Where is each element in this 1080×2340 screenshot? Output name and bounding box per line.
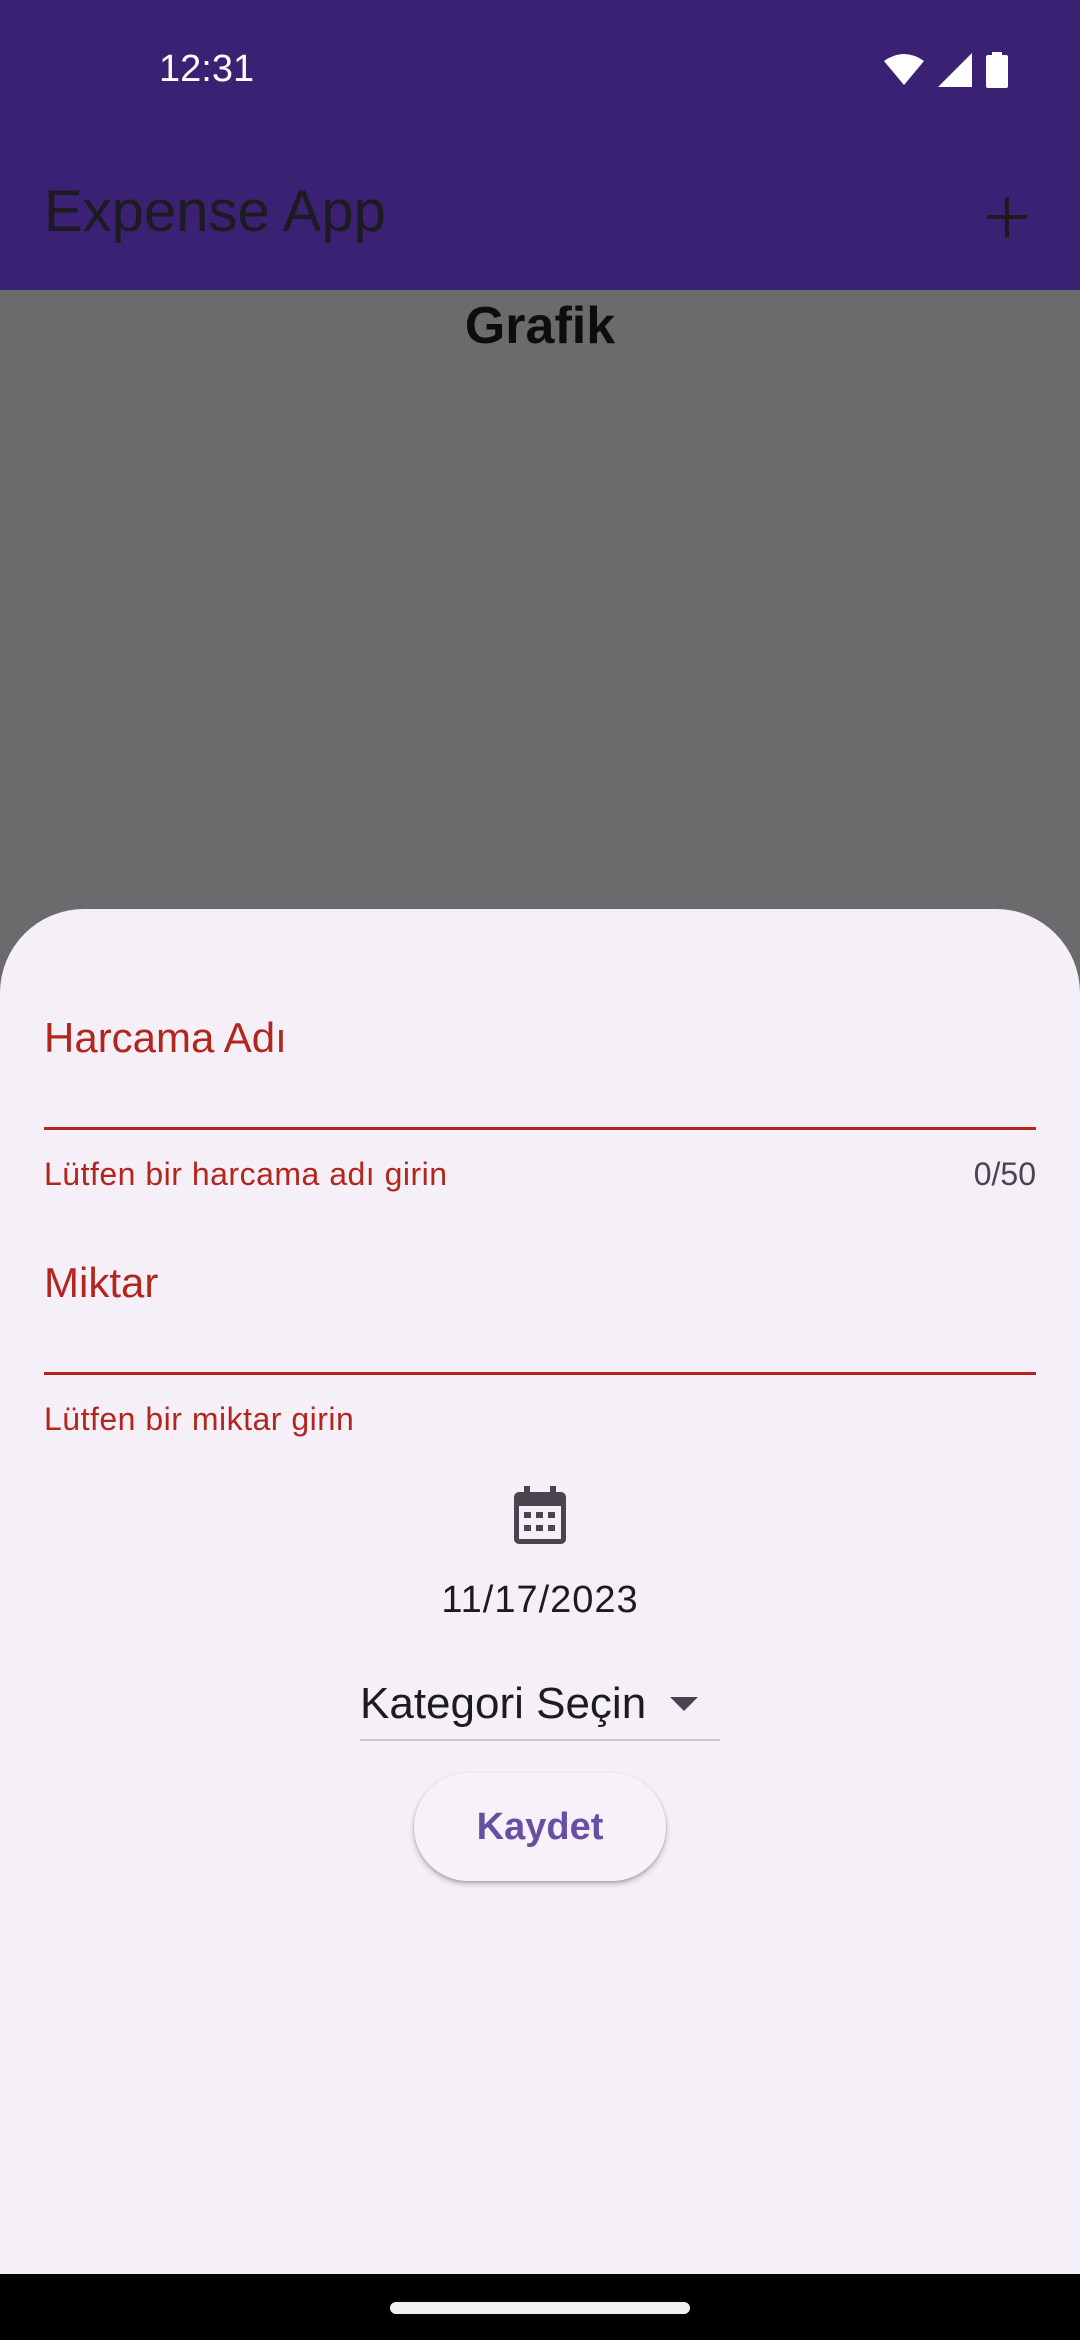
chart-section-title: Grafik bbox=[464, 297, 616, 355]
status-time: 12:31 bbox=[159, 48, 255, 90]
date-picker-button[interactable] bbox=[506, 1479, 574, 1551]
wifi-icon bbox=[884, 54, 924, 85]
amount-input[interactable] bbox=[44, 1234, 1036, 1364]
save-button[interactable]: Kaydet bbox=[414, 1773, 666, 1881]
app-bar: Expense App bbox=[0, 144, 1080, 290]
selected-date: 11/17/2023 bbox=[441, 1579, 639, 1621]
add-icon bbox=[987, 197, 1027, 237]
expense-name-input[interactable] bbox=[44, 989, 1036, 1119]
system-nav-bar bbox=[0, 2274, 1080, 2340]
add-expense-button[interactable] bbox=[964, 174, 1050, 260]
status-icons bbox=[884, 52, 1008, 88]
calendar-icon bbox=[514, 1486, 566, 1544]
home-indicator[interactable] bbox=[390, 2302, 690, 2314]
dropdown-arrow-icon bbox=[670, 1697, 699, 1711]
category-selected: Kategori Seçin bbox=[360, 1679, 647, 1728]
amount-error: Lütfen bir miktar girin bbox=[44, 1401, 355, 1437]
battery-icon bbox=[986, 52, 1008, 88]
status-bar: 12:31 bbox=[0, 0, 1080, 144]
expense-name-underline bbox=[44, 1127, 1036, 1130]
app-title: Expense App bbox=[44, 179, 386, 244]
expense-name-error: Lütfen bir harcama adı girin bbox=[44, 1156, 448, 1192]
expense-name-counter: 0/50 bbox=[973, 1156, 1036, 1192]
category-dropdown[interactable]: Kategori Seçin bbox=[360, 1669, 720, 1741]
signal-icon bbox=[938, 53, 972, 87]
amount-underline bbox=[44, 1372, 1036, 1375]
add-expense-sheet: Harcama Adı Lütfen bir harcama adı girin… bbox=[0, 909, 1080, 2274]
